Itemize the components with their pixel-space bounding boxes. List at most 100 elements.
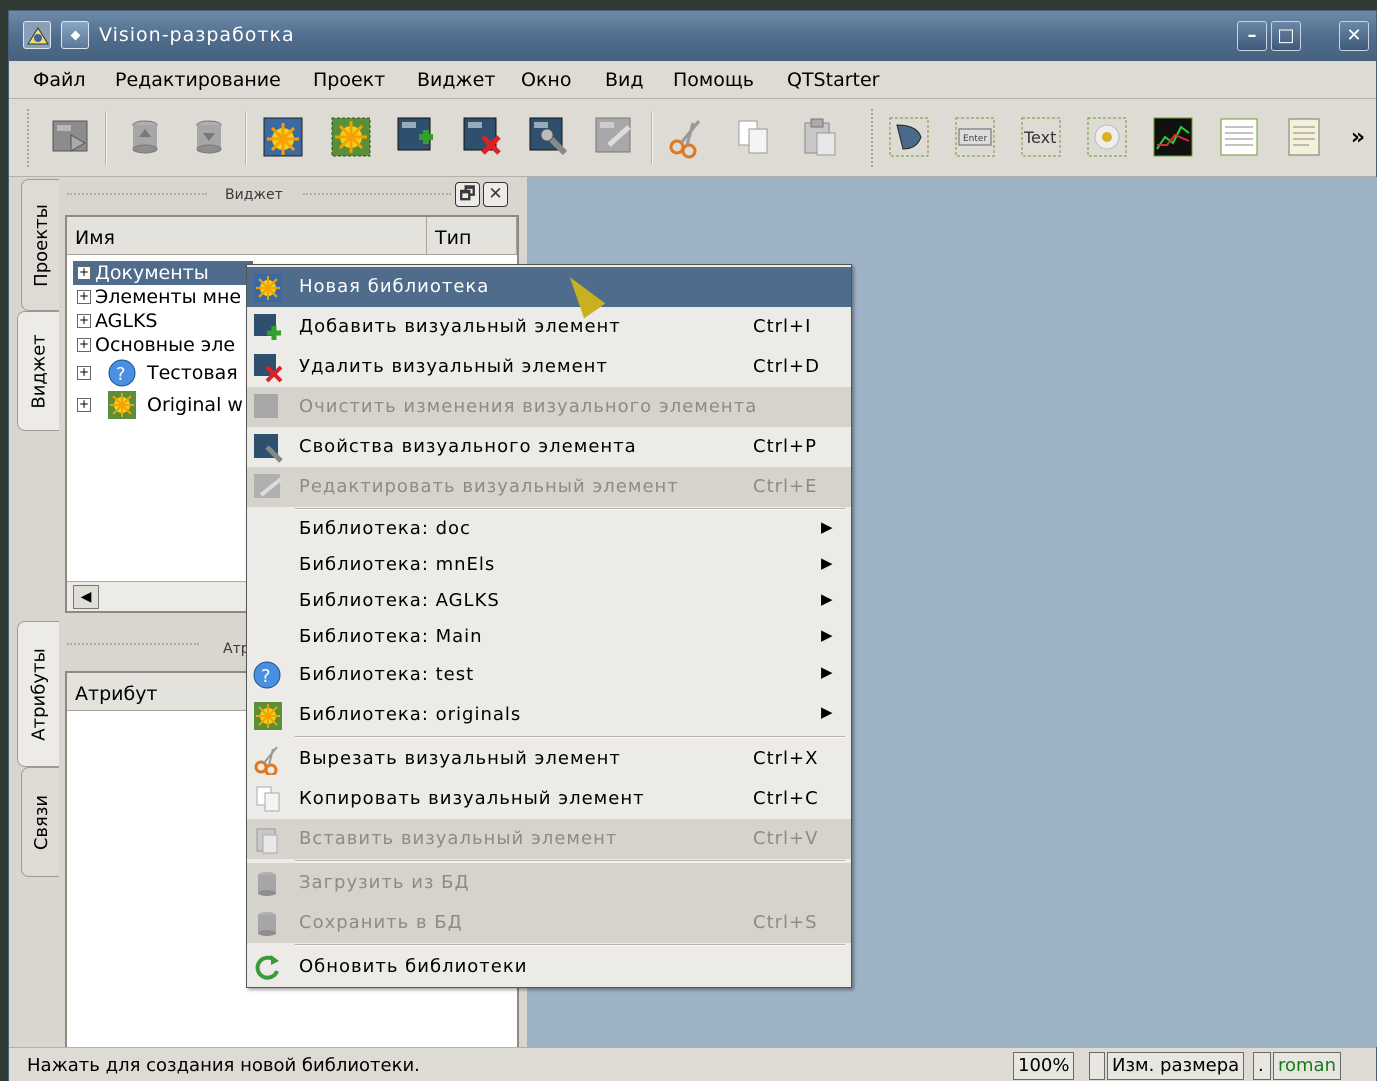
copy-icon[interactable] <box>729 113 777 161</box>
toolbar-grip[interactable] <box>871 109 877 167</box>
scroll-left-button[interactable]: ◀ <box>73 585 99 609</box>
new-library-icon <box>254 274 282 302</box>
menu-file[interactable]: Файл <box>33 69 86 91</box>
new-library-icon[interactable] <box>259 113 307 161</box>
menu-shortcut: Ctrl+S <box>753 912 818 933</box>
menu-paste[interactable]: Вставить визуальный элемент Ctrl+V <box>247 819 851 859</box>
menu-delete-visual-item[interactable]: Удалить визуальный элемент Ctrl+D <box>247 347 851 387</box>
submenu-arrow-icon: ▶ <box>821 663 834 681</box>
column-type-header[interactable]: Тип <box>427 217 517 255</box>
column-name-header[interactable]: Имя <box>67 217 427 255</box>
elementary-figure-icon[interactable] <box>885 113 933 161</box>
diagram-element-icon[interactable] <box>1149 113 1197 161</box>
menu-bar: Файл Редактирование Проект Виджет Окно В… <box>9 61 1376 99</box>
add-visual-item-icon[interactable] <box>393 113 441 161</box>
dock-float-button[interactable]: 🗗 <box>455 182 480 207</box>
form-element-icon[interactable]: Enter <box>951 113 999 161</box>
tree-item-label: Элементы мне <box>95 286 242 308</box>
menu-label: Удалить визуальный элемент <box>299 356 608 377</box>
add-visual-item-icon <box>254 314 281 340</box>
tree-item-label: Original w <box>147 394 243 416</box>
menu-library-mnels[interactable]: Библиотека: mnEls ▶ <box>247 547 851 583</box>
tree-item-documents[interactable]: + Документы <box>73 261 253 285</box>
menu-library-originals[interactable]: Библиотека: originals ▶ <box>247 695 851 735</box>
cut-icon[interactable] <box>663 113 711 161</box>
menu-library-doc[interactable]: Библиотека: doc ▶ <box>247 511 851 547</box>
close-button[interactable]: ✕ <box>1339 21 1369 51</box>
tree-item-mnemo-elements[interactable]: + Элементы мне <box>77 285 241 309</box>
zoom-indicator[interactable]: 100% <box>1013 1052 1075 1080</box>
tab-attributes[interactable]: Атрибуты <box>17 621 61 767</box>
widget-dock-title-bar[interactable]: Виджет 🗗 ✕ <box>59 179 521 211</box>
menu-new-library[interactable]: Новая библиотека <box>247 267 851 307</box>
expand-icon[interactable]: + <box>77 338 91 352</box>
menu-edit[interactable]: Редактирование <box>115 69 281 91</box>
tree-item-originals[interactable]: + Original w <box>77 391 243 419</box>
tree-item-main-elements[interactable]: + Основные эле <box>77 333 235 357</box>
window-menu-icon[interactable] <box>61 21 89 49</box>
menu-edit-visual-item[interactable]: Редактировать визуальный элемент Ctrl+E <box>247 467 851 507</box>
horizontal-scrollbar[interactable]: ◀ <box>67 581 257 611</box>
expand-icon[interactable]: + <box>77 314 91 328</box>
maximize-button[interactable]: □ <box>1271 21 1301 51</box>
edit-visual-item-icon[interactable] <box>591 113 639 161</box>
menu-library-main[interactable]: Библиотека: Main ▶ <box>247 619 851 655</box>
new-widget-icon[interactable] <box>327 113 375 161</box>
expand-icon[interactable]: + <box>77 290 91 304</box>
tab-links[interactable]: Связи <box>21 767 61 877</box>
toolbar-overflow-button[interactable]: » <box>1343 113 1373 161</box>
clear-changes-icon <box>254 394 278 418</box>
menu-help[interactable]: Помощь <box>673 69 754 91</box>
toolbar: Enter Text » <box>9 99 1376 177</box>
menu-copy[interactable]: Копировать визуальный элемент Ctrl+C <box>247 779 851 819</box>
expand-icon[interactable]: + <box>77 266 91 280</box>
title-bar[interactable]: Vision-разработка – □ ✕ <box>9 11 1376 61</box>
menu-load-from-db[interactable]: Загрузить из БД <box>247 863 851 903</box>
protocol-element-icon[interactable] <box>1215 113 1263 161</box>
user-indicator[interactable]: roman <box>1273 1052 1341 1080</box>
tab-projects[interactable]: Проекты <box>21 179 61 311</box>
menu-clear-changes[interactable]: Очистить изменения визуального элемента <box>247 387 851 427</box>
menu-label: Обновить библиотеки <box>299 956 528 977</box>
visual-item-properties-icon[interactable] <box>525 113 573 161</box>
menu-label: Библиотека: mnEls <box>299 554 496 575</box>
load-db-icon[interactable] <box>121 113 169 161</box>
paste-icon[interactable] <box>795 113 843 161</box>
menu-widget[interactable]: Виджет <box>417 69 495 91</box>
dock-grip <box>67 643 199 647</box>
resize-mode-button[interactable]: Изм. размера <box>1107 1052 1245 1080</box>
menu-separator <box>295 860 845 862</box>
document-element-icon[interactable] <box>1281 113 1329 161</box>
menu-library-test[interactable]: ? Библиотека: test ▶ <box>247 655 851 695</box>
menu-label: Библиотека: test <box>299 664 475 685</box>
tab-widget[interactable]: Виджет <box>17 311 61 431</box>
menu-add-visual-item[interactable]: Добавить визуальный элемент Ctrl+I <box>247 307 851 347</box>
menu-cut[interactable]: Вырезать визуальный элемент Ctrl+X <box>247 739 851 779</box>
app-logo-icon[interactable] <box>23 21 51 49</box>
media-element-icon[interactable] <box>1083 113 1131 161</box>
text-element-icon[interactable]: Text <box>1017 113 1065 161</box>
menu-window[interactable]: Окно <box>521 69 571 91</box>
save-db-icon[interactable] <box>185 113 233 161</box>
minimize-button[interactable]: – <box>1237 21 1267 51</box>
menu-label: Библиотека: AGLKS <box>299 590 500 611</box>
menu-save-to-db[interactable]: Сохранить в БД Ctrl+S <box>247 903 851 943</box>
delete-visual-item-icon <box>254 354 283 383</box>
toolbar-grip[interactable] <box>27 109 33 167</box>
question-icon: ? <box>253 661 281 689</box>
menu-qtstarter[interactable]: QTStarter <box>787 69 879 91</box>
tab-links-label: Связи <box>31 794 52 850</box>
menu-view[interactable]: Вид <box>605 69 644 91</box>
menu-visual-item-properties[interactable]: Свойства визуального элемента Ctrl+P <box>247 427 851 467</box>
menu-library-aglks[interactable]: Библиотека: AGLKS ▶ <box>247 583 851 619</box>
menu-project[interactable]: Проект <box>313 69 385 91</box>
delete-visual-item-icon[interactable] <box>459 113 507 161</box>
run-project-icon[interactable] <box>47 113 95 161</box>
expand-icon[interactable]: + <box>77 366 91 380</box>
expand-icon[interactable]: + <box>77 398 91 412</box>
dock-close-button[interactable]: ✕ <box>483 182 508 207</box>
tree-item-test[interactable]: +? Тестовая <box>77 359 238 387</box>
menu-label: Свойства визуального элемента <box>299 436 637 457</box>
tree-item-aglks[interactable]: + AGLKS <box>77 309 158 333</box>
menu-refresh-libraries[interactable]: Обновить библиотеки <box>247 947 851 987</box>
